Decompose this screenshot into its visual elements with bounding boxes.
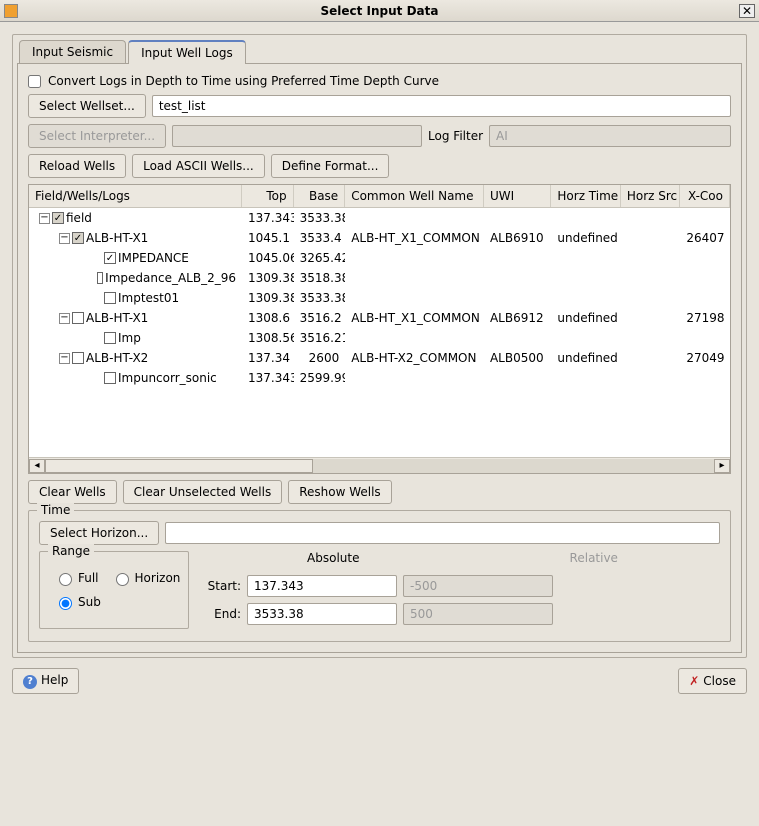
load-ascii-wells-button[interactable]: Load ASCII Wells... xyxy=(132,154,265,178)
tree-checkbox[interactable]: ✓ xyxy=(72,232,84,244)
start-absolute-input[interactable] xyxy=(247,575,397,597)
col-base[interactable]: Base xyxy=(294,185,346,207)
h-scrollbar[interactable]: ◂ ▸ xyxy=(29,457,730,473)
close-button[interactable]: ✗Close xyxy=(678,668,747,694)
tree-node-label: IMPEDANCE xyxy=(118,251,189,265)
table-row[interactable]: Imp1308.563516.21 xyxy=(29,328,730,348)
range-full-radio[interactable]: Full xyxy=(54,570,99,586)
range-group: Range Full Horizon Sub xyxy=(39,551,189,629)
scroll-thumb[interactable] xyxy=(45,459,313,473)
scroll-left-icon[interactable]: ◂ xyxy=(29,459,45,473)
tree-expander-icon[interactable]: − xyxy=(59,313,70,324)
tab-input-well-logs[interactable]: Input Well Logs xyxy=(128,40,246,64)
relative-label: Relative xyxy=(570,551,618,565)
col-horz-time[interactable]: Horz Time xyxy=(551,185,620,207)
col-top[interactable]: Top xyxy=(242,185,294,207)
tab-bar: Input Seismic Input Well Logs xyxy=(19,37,746,63)
col-uwi[interactable]: UWI xyxy=(484,185,551,207)
end-absolute-input[interactable] xyxy=(247,603,397,625)
reshow-wells-button[interactable]: Reshow Wells xyxy=(288,480,391,504)
wellset-input[interactable] xyxy=(152,95,731,117)
tree-node-label: Impuncorr_sonic xyxy=(118,371,217,385)
interpreter-input xyxy=(172,125,422,147)
col-x-coord[interactable]: X-Coo xyxy=(680,185,730,207)
tree-checkbox[interactable]: ✓ xyxy=(52,212,64,224)
col-field-wells-logs[interactable]: Field/Wells/Logs xyxy=(29,185,242,207)
tree-checkbox[interactable] xyxy=(97,272,103,284)
tree-checkbox[interactable] xyxy=(104,332,116,344)
select-horizon-button[interactable]: Select Horizon... xyxy=(39,521,159,545)
tree-expander-icon[interactable]: − xyxy=(59,233,70,244)
log-filter-label: Log Filter xyxy=(428,129,483,143)
select-interpreter-button: Select Interpreter... xyxy=(28,124,166,148)
reload-wells-button[interactable]: Reload Wells xyxy=(28,154,126,178)
clear-wells-button[interactable]: Clear Wells xyxy=(28,480,117,504)
time-legend: Time xyxy=(37,503,74,517)
absolute-label: Absolute xyxy=(307,551,359,565)
tree-expander-icon[interactable]: − xyxy=(59,353,70,364)
tree-node-label: ALB-HT-X2 xyxy=(86,351,148,365)
col-common-well-name[interactable]: Common Well Name xyxy=(345,185,484,207)
horizon-input[interactable] xyxy=(165,522,720,544)
table-row[interactable]: − ALB-HT-X2137.342600ALB-HT-X2_COMMONALB… xyxy=(29,348,730,368)
log-filter-input xyxy=(489,125,731,147)
convert-logs-checkbox[interactable] xyxy=(28,75,41,88)
tree-checkbox[interactable] xyxy=(104,292,116,304)
time-group: Time Select Horizon... Range Full Horizo… xyxy=(28,510,731,642)
col-horz-src[interactable]: Horz Src xyxy=(621,185,681,207)
tree-node-label: ALB-HT-X1 xyxy=(86,311,148,325)
table-row[interactable]: −✓ field137.3433533.38 xyxy=(29,208,730,228)
tree-checkbox[interactable] xyxy=(72,352,84,364)
tree-node-label: field xyxy=(66,211,92,225)
table-row[interactable]: Impuncorr_sonic137.3432599.99 xyxy=(29,368,730,388)
table-row[interactable]: Impedance_ALB_2_961309.383518.38 xyxy=(29,268,730,288)
end-label: End: xyxy=(205,607,241,621)
range-sub-radio[interactable]: Sub xyxy=(54,594,174,610)
help-button[interactable]: ?Help xyxy=(12,668,79,694)
title-bar: Select Input Data ✕ xyxy=(0,0,759,22)
range-horizon-radio[interactable]: Horizon xyxy=(111,570,181,586)
tab-input-seismic[interactable]: Input Seismic xyxy=(19,40,126,63)
wells-table: Field/Wells/Logs Top Base Common Well Na… xyxy=(28,184,731,474)
tree-checkbox[interactable]: ✓ xyxy=(104,252,116,264)
app-icon xyxy=(4,4,18,18)
table-row[interactable]: − ALB-HT-X11308.63516.2ALB-HT_X1_COMMONA… xyxy=(29,308,730,328)
end-relative-input xyxy=(403,603,553,625)
tree-checkbox[interactable] xyxy=(72,312,84,324)
tree-node-label: Impedance_ALB_2_96 xyxy=(105,271,236,285)
tree-checkbox[interactable] xyxy=(104,372,116,384)
tree-node-label: Imptest01 xyxy=(118,291,179,305)
help-icon: ? xyxy=(23,675,37,689)
tree-node-label: ALB-HT-X1 xyxy=(86,231,148,245)
convert-logs-checkbox-label[interactable]: Convert Logs in Depth to Time using Pref… xyxy=(28,74,439,88)
define-format-button[interactable]: Define Format... xyxy=(271,154,390,178)
window-title: Select Input Data xyxy=(320,4,438,18)
select-wellset-button[interactable]: Select Wellset... xyxy=(28,94,146,118)
scroll-right-icon[interactable]: ▸ xyxy=(714,459,730,473)
range-legend: Range xyxy=(48,544,94,558)
start-relative-input xyxy=(403,575,553,597)
close-icon: ✗ xyxy=(689,674,699,688)
tree-node-label: Imp xyxy=(118,331,141,345)
table-row[interactable]: −✓ ALB-HT-X11045.13533.4ALB-HT_X1_COMMON… xyxy=(29,228,730,248)
clear-unselected-wells-button[interactable]: Clear Unselected Wells xyxy=(123,480,283,504)
table-row[interactable]: ✓ IMPEDANCE1045.063265.42 xyxy=(29,248,730,268)
window-close-icon[interactable]: ✕ xyxy=(739,4,755,18)
start-label: Start: xyxy=(205,579,241,593)
tree-expander-icon[interactable]: − xyxy=(39,213,50,224)
table-row[interactable]: Imptest011309.383533.38 xyxy=(29,288,730,308)
